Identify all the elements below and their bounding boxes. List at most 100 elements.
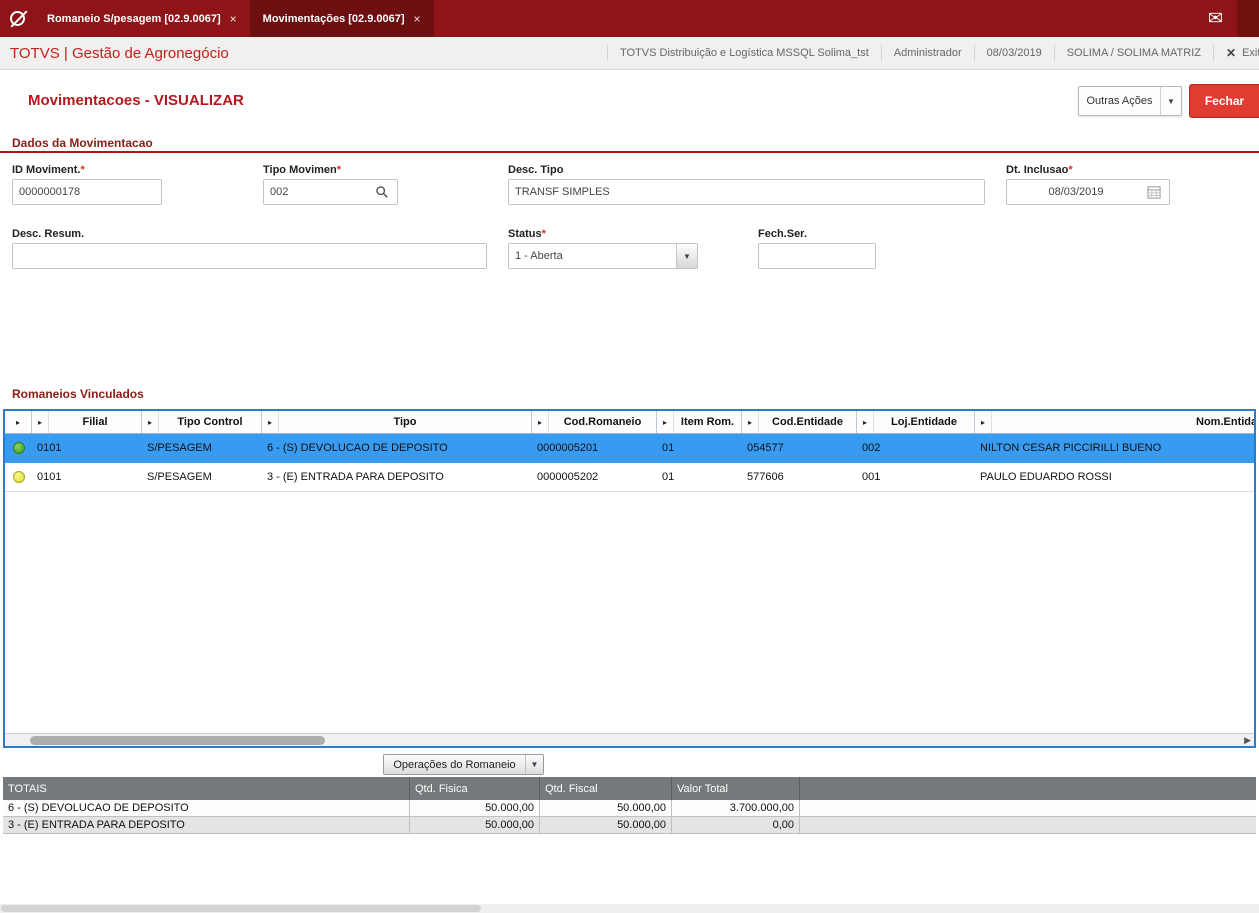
totals-cell-valor-total: 3.700.000,00: [672, 800, 800, 816]
dt-inclusao-label: Dt. Inclusao*: [1006, 164, 1073, 176]
totals-header-qtd-fisica: Qtd. Fisica: [410, 777, 540, 800]
other-actions-button[interactable]: Outras Ações ▼: [1078, 86, 1182, 116]
totals-cell-qtd-fisica: 50.000,00: [410, 817, 540, 833]
page-horizontal-scrollbar[interactable]: [0, 904, 1259, 913]
desc-tipo-label: Desc. Tipo: [508, 164, 564, 176]
id-moviment-label: ID Moviment.*: [12, 164, 85, 176]
table-row[interactable]: 0101 S/PESAGEM 6 - (S) DEVOLUCAO DE DEPO…: [5, 434, 1254, 463]
row-status-cell: [5, 434, 32, 462]
cell-tipo-control: S/PESAGEM: [147, 471, 212, 483]
exit-button[interactable]: ✕ Exit: [1213, 45, 1259, 61]
operacoes-romaneio-button[interactable]: Operações do Romaneio ▼: [383, 754, 544, 775]
totals-cell-valor-total: 0,00: [672, 817, 800, 833]
sort-arrow-icon: ▸: [532, 411, 549, 433]
exit-icon: ✕: [1226, 46, 1237, 60]
grid-header-tipo-control[interactable]: ▸ Tipo Control: [142, 411, 262, 433]
sort-arrow-icon: ▸: [32, 411, 49, 433]
cell-loj-entidade: 001: [862, 471, 881, 483]
totals-header-empty: [800, 777, 1256, 800]
totvs-logo-icon: [0, 0, 34, 37]
fech-ser-label: Fech.Ser.: [758, 228, 807, 240]
cell-filial: 0101: [37, 471, 62, 483]
status-label: Status*: [508, 228, 546, 240]
totals-cell-empty: [800, 817, 1256, 833]
app-header-right: TOTVS Distribuição e Logística MSSQL Sol…: [606, 37, 1259, 69]
totals-cell-label: 6 - (S) DEVOLUCAO DE DEPOSITO: [3, 800, 410, 816]
cell-nom-entidade: NILTON CESAR PICCIRILLI BUENO: [980, 442, 1162, 454]
environment-label: TOTVS Distribuição e Logística MSSQL Sol…: [606, 45, 881, 61]
tipo-movimen-field[interactable]: 002: [263, 179, 398, 205]
topbar-corner: [1237, 0, 1259, 37]
totals-cell-empty: [800, 800, 1256, 816]
cell-tipo: 6 - (S) DEVOLUCAO DE DEPOSITO: [267, 442, 448, 454]
tab-label: Movimentações [02.9.0067]: [262, 12, 405, 25]
company-label: SOLIMA / SOLIMA MATRIZ: [1053, 45, 1213, 61]
desc-resum-field[interactable]: [12, 243, 487, 269]
totals-header-qtd-fiscal: Qtd. Fiscal: [540, 777, 672, 800]
totals-header-row: TOTAIS Qtd. Fisica Qtd. Fiscal Valor Tot…: [3, 777, 1256, 800]
section-title-romaneios: Romaneios Vinculados: [12, 387, 144, 401]
grid-header-loj-entidade[interactable]: ▸ Loj.Entidade: [857, 411, 975, 433]
totals-header-valor-total: Valor Total: [672, 777, 800, 800]
app-title: TOTVS | Gestão de Agronegócio: [10, 44, 229, 62]
cell-tipo: 3 - (E) ENTRADA PARA DEPOSITO: [267, 471, 444, 483]
table-row[interactable]: 0101 S/PESAGEM 3 - (E) ENTRADA PARA DEPO…: [5, 463, 1254, 492]
cell-nom-entidade: PAULO EDUARDO ROSSI: [980, 471, 1112, 483]
row-status-cell: [5, 463, 32, 491]
tab-romaneio-spesagem[interactable]: Romaneio S/pesagem [02.9.0067] ×: [34, 0, 250, 37]
totals-cell-label: 3 - (E) ENTRADA PARA DEPOSITO: [3, 817, 410, 833]
grid-header-status[interactable]: ▸: [5, 411, 32, 433]
grid-header-cod-entidade[interactable]: ▸ Cod.Entidade: [742, 411, 857, 433]
grid-header-cod-romaneio[interactable]: ▸ Cod.Romaneio: [532, 411, 657, 433]
search-icon[interactable]: [373, 180, 391, 204]
status-select[interactable]: 1 - Aberta ▼: [508, 243, 698, 269]
tab-movimentacoes[interactable]: Movimentações [02.9.0067] ×: [249, 0, 434, 37]
dt-inclusao-field[interactable]: 08/03/2019: [1006, 179, 1170, 205]
chevron-down-icon[interactable]: ▼: [676, 244, 697, 268]
scrollbar-thumb[interactable]: [30, 736, 325, 745]
totals-cell-qtd-fisica: 50.000,00: [410, 800, 540, 816]
desc-tipo-field[interactable]: TRANSF SIMPLES: [508, 179, 985, 205]
sort-arrow-icon: ▸: [975, 411, 992, 433]
scroll-right-icon[interactable]: ▶: [1244, 735, 1251, 746]
close-icon[interactable]: ×: [230, 12, 237, 26]
fech-ser-field[interactable]: [758, 243, 876, 269]
id-moviment-field[interactable]: 0000000178: [12, 179, 162, 205]
sort-arrow-icon: ▸: [857, 411, 874, 433]
cell-loj-entidade: 002: [862, 442, 881, 454]
grid-header-tipo[interactable]: ▸ Tipo: [262, 411, 532, 433]
sort-arrow-icon: ▸: [15, 417, 20, 427]
totals-header-totais: TOTAIS: [3, 777, 410, 800]
totals-table: TOTAIS Qtd. Fisica Qtd. Fiscal Valor Tot…: [3, 777, 1256, 834]
tab-label: Romaneio S/pesagem [02.9.0067]: [47, 12, 221, 25]
cell-filial: 0101: [37, 442, 62, 454]
totals-row: 3 - (E) ENTRADA PARA DEPOSITO 50.000,00 …: [3, 817, 1256, 834]
operacoes-label: Operações do Romaneio: [393, 758, 516, 771]
required-mark: *: [541, 228, 546, 240]
desc-resum-label: Desc. Resum.: [12, 228, 85, 240]
calendar-icon[interactable]: [1145, 180, 1163, 204]
fechar-button[interactable]: Fechar: [1189, 84, 1259, 118]
totals-row: 6 - (S) DEVOLUCAO DE DEPOSITO 50.000,00 …: [3, 800, 1256, 817]
section-divider: [0, 151, 1259, 153]
totals-cell-qtd-fiscal: 50.000,00: [540, 817, 672, 833]
chevron-down-icon[interactable]: ▼: [1161, 97, 1181, 106]
sort-arrow-icon: ▸: [742, 411, 759, 433]
mail-icon[interactable]: ✉: [1194, 0, 1237, 37]
required-mark: *: [1068, 164, 1073, 176]
other-actions-label: Outras Ações: [1086, 95, 1153, 107]
cell-item-rom: 01: [662, 442, 675, 454]
exit-label: Exit: [1242, 47, 1259, 59]
scrollbar-thumb[interactable]: [1, 905, 481, 912]
chevron-down-icon[interactable]: ▼: [525, 755, 543, 774]
grid-header-filial[interactable]: ▸ Filial: [32, 411, 142, 433]
grid-header-row: ▸ ▸ Filial ▸ Tipo Control ▸ Tipo ▸ Cod.Roman…: [5, 411, 1254, 434]
grid-header-nom-entidade[interactable]: ▸Nom.Entidade: [975, 411, 1254, 433]
grid-horizontal-scrollbar[interactable]: ▶: [5, 733, 1254, 746]
sort-arrow-icon: ▸: [657, 411, 674, 433]
close-icon[interactable]: ×: [414, 12, 421, 26]
topbar: Romaneio S/pesagem [02.9.0067] × Movimen…: [0, 0, 1259, 37]
status-yellow-icon: [12, 471, 25, 483]
grid-header-item-rom[interactable]: ▸ Item Rom.: [657, 411, 742, 433]
